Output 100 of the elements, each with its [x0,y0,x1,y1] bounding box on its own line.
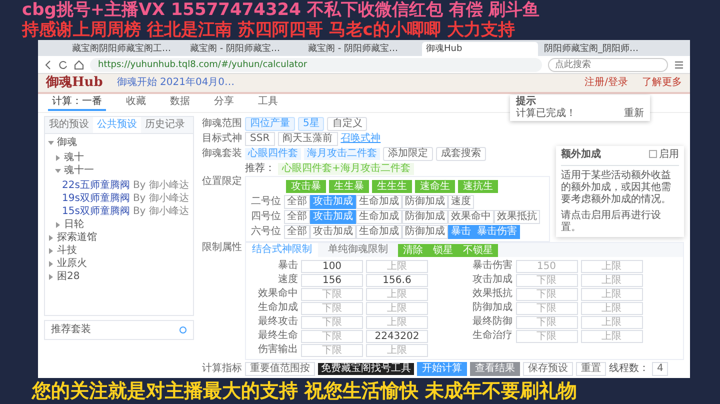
number-field[interactable]: 下限 [516,316,578,328]
nav-tab[interactable]: 收藏 [122,95,150,111]
sidebar-tab[interactable]: 历史记录 [141,117,189,133]
browser-tab[interactable]: 阴阳师藏宝阁_阴阳师… [540,42,656,56]
tree-item[interactable]: 日轮 [64,218,84,230]
limit-tab[interactable]: 单纯御魂限制 [322,243,394,257]
stat-button[interactable]: 攻击加成 [310,224,356,238]
tree-item[interactable]: 探索道馆 [57,232,97,244]
stat-button[interactable]: 防御加成 [402,210,448,224]
stat-button[interactable]: 全部 [284,194,310,208]
number-field[interactable]: 上限 [580,302,642,314]
results-button[interactable]: 查看结果 [470,362,520,376]
browser-tab[interactable]: 御魂Hub [422,42,538,56]
stat-label: 攻击加成 [472,274,512,286]
shikigami-select[interactable]: 阎天玉藻前 [278,132,338,146]
tree-item[interactable]: 魂十 [64,152,84,164]
option-button[interactable]: 自定义 [327,116,368,130]
number-field[interactable]: 上限 [580,274,642,286]
number-field[interactable]: 100 [301,260,363,272]
number-field[interactable]: 上限 [366,316,428,328]
number-field[interactable]: 下限 [301,288,363,300]
toast-action[interactable]: 重新 [624,108,644,120]
tree-item[interactable]: 业原火 [57,258,87,270]
number-field[interactable]: 上限 [366,344,428,356]
caret-icon[interactable] [48,234,54,240]
number-field[interactable]: 下限 [301,316,363,328]
stat-button[interactable]: 速度 [448,194,474,208]
tree-item[interactable]: 魂十一 [64,164,94,176]
number-field[interactable]: 下限 [301,344,363,356]
stat-button[interactable]: 生命加成 [356,194,402,208]
tree-item[interactable]: 御魂 [57,136,77,148]
browser-tab[interactable]: 藏宝阁 - 阴阳师藏宝… [304,42,420,56]
browser-tab[interactable]: 藏宝阁 - 阴阳师藏宝… [186,42,302,56]
save-button[interactable]: 保存预设 [523,362,573,376]
number-field[interactable]: 上限 [580,260,642,272]
preset-author: By 御小峰达 [132,180,189,192]
number-field[interactable]: 上限 [366,260,428,272]
reload-icon[interactable] [58,60,68,70]
stat-label: 最终生命 [257,330,298,342]
stat-button[interactable]: 防御加成 [402,224,448,238]
caret-icon[interactable] [48,140,54,146]
number-field[interactable]: 156.6 [366,274,428,286]
number-field[interactable]: 上限 [580,316,642,328]
home-icon[interactable] [74,60,84,70]
field-label: 御魂范围 [201,118,242,130]
stat-button[interactable]: 全部 [284,210,310,224]
enable-checkbox[interactable]: 启用 [649,149,679,161]
stat-button[interactable]: 效果抵抗 [494,210,540,224]
tree-item[interactable]: 困28 [57,270,80,282]
stat-button[interactable]: 防御加成 [402,194,448,208]
tree-item[interactable]: 斗技 [57,244,77,256]
caret-icon[interactable] [48,274,54,280]
caret-icon[interactable] [55,154,61,160]
header-link[interactable]: 注册/登录 [584,77,628,89]
back-icon[interactable] [44,60,52,70]
stat-button[interactable]: 全部 [284,224,310,238]
stat-button[interactable]: 生命加成 [356,224,402,238]
field-label: 计算指标 [201,363,242,375]
number-field[interactable]: 156 [301,274,363,286]
preset-name[interactable]: 22s五师童腾阀 [62,180,130,192]
number-field[interactable]: 下限 [516,302,578,314]
number-field[interactable]: 150 [516,260,578,272]
rarity-select[interactable]: SSR [245,132,275,146]
tool-badge[interactable]: 免费藏宝阁找号工具 [318,363,414,375]
number-field[interactable]: 下限 [516,330,578,342]
number-field[interactable]: 2243202 [366,330,428,342]
field-label: 位置限定 [201,176,242,188]
header-link[interactable]: 了解更多 [642,77,682,89]
number-field[interactable]: 下限 [301,330,363,342]
menu-icon[interactable] [674,60,684,70]
address-field[interactable]: https://yuhunhub.tql8.com/#/yuhun/calculator [90,58,542,72]
preset-name[interactable]: 19s双师童腾阀 [62,192,130,204]
number-field[interactable]: 下限 [516,274,578,286]
field-label: 限制属性 [201,242,242,254]
stat-button[interactable]: 生命加成 [356,210,402,224]
caret-icon[interactable] [55,168,61,174]
number-field[interactable]: 下限 [301,302,363,314]
stat-button[interactable]: 效果命中 [448,210,494,224]
nav-tab[interactable]: 计算：一番 [48,95,106,111]
nav-tab[interactable]: 工具 [254,95,282,111]
number-field[interactable]: 下限 [516,288,578,300]
search-field[interactable]: 点此搜索 [548,58,668,72]
stat-label: 效果抵抗 [472,288,512,300]
caret-icon[interactable] [48,260,54,266]
set-button[interactable]: 添加限定 [383,146,433,160]
number-field[interactable]: 上限 [366,302,428,314]
nav-tab[interactable]: 数据 [166,95,194,111]
number-field[interactable]: 上限 [366,288,428,300]
sidebar-tab[interactable]: 我的预设 [45,117,93,133]
number-field[interactable]: 上限 [580,330,642,342]
metric-select[interactable]: 重要值范围按 [245,362,315,376]
caret-icon[interactable] [55,222,61,228]
threads-select[interactable]: 4 [652,362,668,376]
caret-icon[interactable] [48,248,54,254]
browser-tab[interactable]: 藏宝阁阴阳师藏宝阁工… [68,42,184,56]
preset-name[interactable]: 15s双师童腾阀 [62,206,130,218]
nav-tab[interactable]: 分享 [210,95,238,111]
set-button[interactable]: 成套搜索 [436,146,486,160]
number-field[interactable]: 上限 [580,288,642,300]
reset-button[interactable]: 重置 [576,362,606,376]
